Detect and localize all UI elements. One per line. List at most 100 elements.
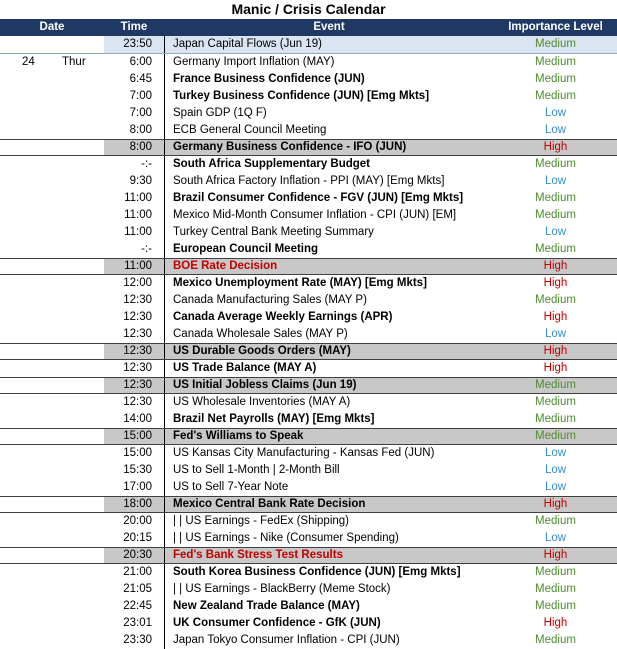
table-row: -:- European Council Meeting Medium — [0, 241, 617, 258]
table-row: 12:30 US Wholesale Inventories (MAY A) Med… — [0, 394, 617, 411]
cell-weekday — [48, 309, 104, 326]
header-importance: Importance Level — [508, 21, 603, 33]
table-row: 20:30 Fed's Bank Stress Test Results High — [0, 547, 617, 564]
cell-event: ECB General Council Meeting — [164, 122, 494, 139]
table-row: 24 Thur 6:00 Germany Import Inflation (MAY)… — [0, 54, 617, 71]
cell-day — [0, 429, 48, 444]
cell-importance: Medium — [535, 566, 576, 578]
table-row: 12:30 US Trade Balance (MAY A) High — [0, 360, 617, 377]
cell-day — [0, 309, 48, 326]
cell-day — [0, 378, 48, 393]
event-table-body: 23:50 Japan Capital Flows (Jun 19) Medium 2… — [0, 36, 617, 649]
cell-day — [0, 259, 48, 274]
table-row: 8:00 ECB General Council Meeting Low — [0, 122, 617, 139]
cell-weekday — [48, 632, 104, 649]
header-event: Event — [313, 21, 345, 33]
cell-day — [0, 224, 48, 241]
table-row: 12:00 Mexico Unemployment Rate (MAY) [Emg… — [0, 275, 617, 292]
cell-importance: High — [494, 548, 617, 563]
cell-time: 21:05 — [123, 583, 152, 595]
cell-importance: Low — [544, 175, 567, 187]
cell-importance: Medium — [535, 294, 576, 306]
cell-event: US to Sell 7-Year Note — [164, 479, 494, 496]
cell-importance: Low — [544, 532, 567, 544]
cell-day — [0, 598, 48, 615]
cell-time: 23:01 — [123, 617, 152, 629]
cell-event: BOE Rate Decision — [164, 259, 494, 274]
table-row: 15:00 US Kansas City Manufacturing - Kans… — [0, 445, 617, 462]
cell-event: UK Consumer Confidence - GfK (JUN) — [164, 615, 494, 632]
cell-importance: Medium — [535, 583, 576, 595]
cell-weekday — [48, 105, 104, 122]
cell-time: 21:00 — [123, 566, 152, 578]
cell-importance: Medium — [535, 413, 576, 425]
header-time: Time (GMT) — [117, 21, 150, 50]
cell-event: US Initial Jobless Claims (Jun 19) — [164, 378, 494, 393]
cell-weekday — [48, 564, 104, 581]
cell-event: US to Sell 1-Month | 2-Month Bill — [164, 462, 494, 479]
cell-event: Fed's Williams to Speak — [164, 429, 494, 444]
cell-event: Turkey Central Bank Meeting Summary — [164, 224, 494, 241]
cell-time: 15:30 — [123, 464, 152, 476]
cell-event: South Africa Factory Inflation - PPI (MA… — [164, 173, 494, 190]
cell-importance: High — [543, 617, 568, 629]
cell-day — [0, 479, 48, 496]
cell-importance: Medium — [494, 378, 617, 393]
table-row: 7:00 Spain GDP (1Q F) Low — [0, 105, 617, 122]
cell-weekday — [48, 445, 104, 462]
cell-day — [0, 445, 48, 462]
cell-importance: High — [494, 344, 617, 359]
cell-event: Brazil Consumer Confidence - FGV (JUN) [… — [164, 190, 494, 207]
table-row: 11:00 Brazil Consumer Confidence - FGV (J… — [0, 190, 617, 207]
cell-time: 9:30 — [129, 175, 152, 187]
cell-event: Fed's Bank Stress Test Results — [164, 548, 494, 563]
cell-event: European Council Meeting — [164, 241, 494, 258]
cell-weekday — [48, 173, 104, 190]
cell-time: 12:30 — [123, 396, 152, 408]
cell-time: 12:30 — [104, 378, 164, 393]
cell-time: 6:45 — [129, 73, 152, 85]
cell-weekday — [48, 88, 104, 105]
cell-time: 15:00 — [123, 447, 152, 459]
cell-day — [0, 292, 48, 309]
cell-time: 11:00 — [104, 259, 164, 274]
cell-day — [0, 71, 48, 88]
cell-day — [0, 497, 48, 512]
cell-weekday — [48, 394, 104, 411]
table-row: 12:30 US Initial Jobless Claims (Jun 19) M… — [0, 377, 617, 394]
cell-event: Turkey Business Confidence (JUN) [Emg Mk… — [164, 88, 494, 105]
cell-weekday — [48, 292, 104, 309]
cell-weekday — [48, 224, 104, 241]
cell-event: Japan Tokyo Consumer Inflation - CPI (JU… — [164, 632, 494, 649]
cell-importance: High — [494, 259, 617, 274]
cell-time: 11:00 — [124, 209, 152, 221]
cell-event: Canada Manufacturing Sales (MAY P) — [164, 292, 494, 309]
cell-time: 14:00 — [123, 413, 152, 425]
cell-importance: Low — [544, 226, 567, 238]
cell-weekday — [48, 479, 104, 496]
cell-day — [0, 548, 48, 563]
cell-weekday — [48, 207, 104, 224]
cell-day — [0, 326, 48, 343]
table-row: 23:30 Japan Tokyo Consumer Inflation - CP… — [0, 632, 617, 649]
table-row: 11:00 Turkey Central Bank Meeting Summary… — [0, 224, 617, 241]
cell-importance: Medium — [535, 600, 576, 612]
cell-weekday — [48, 429, 104, 444]
cell-day — [0, 207, 48, 224]
cell-event: New Zealand Trade Balance (MAY) — [164, 598, 494, 615]
cell-day — [0, 462, 48, 479]
cell-importance: High — [494, 497, 617, 512]
table-row: 9:30 South Africa Factory Inflation - PPI… — [0, 173, 617, 190]
cell-event: Germany Import Inflation (MAY) — [164, 54, 494, 71]
cell-importance: High — [494, 140, 617, 155]
table-row: 21:00 South Korea Business Confidence (JU… — [0, 564, 617, 581]
table-row: 21:05 | | US Earnings - BlackBerry (Meme … — [0, 581, 617, 598]
cell-time: 12:30 — [123, 328, 152, 340]
cell-importance: Medium — [535, 634, 576, 646]
cell-event: Mexico Unemployment Rate (MAY) [Emg Mkts… — [164, 275, 494, 292]
cell-day — [0, 105, 48, 122]
cell-importance: Low — [544, 107, 567, 119]
cell-day — [0, 394, 48, 411]
cell-importance: High — [543, 362, 568, 374]
cell-importance: High — [543, 311, 568, 323]
